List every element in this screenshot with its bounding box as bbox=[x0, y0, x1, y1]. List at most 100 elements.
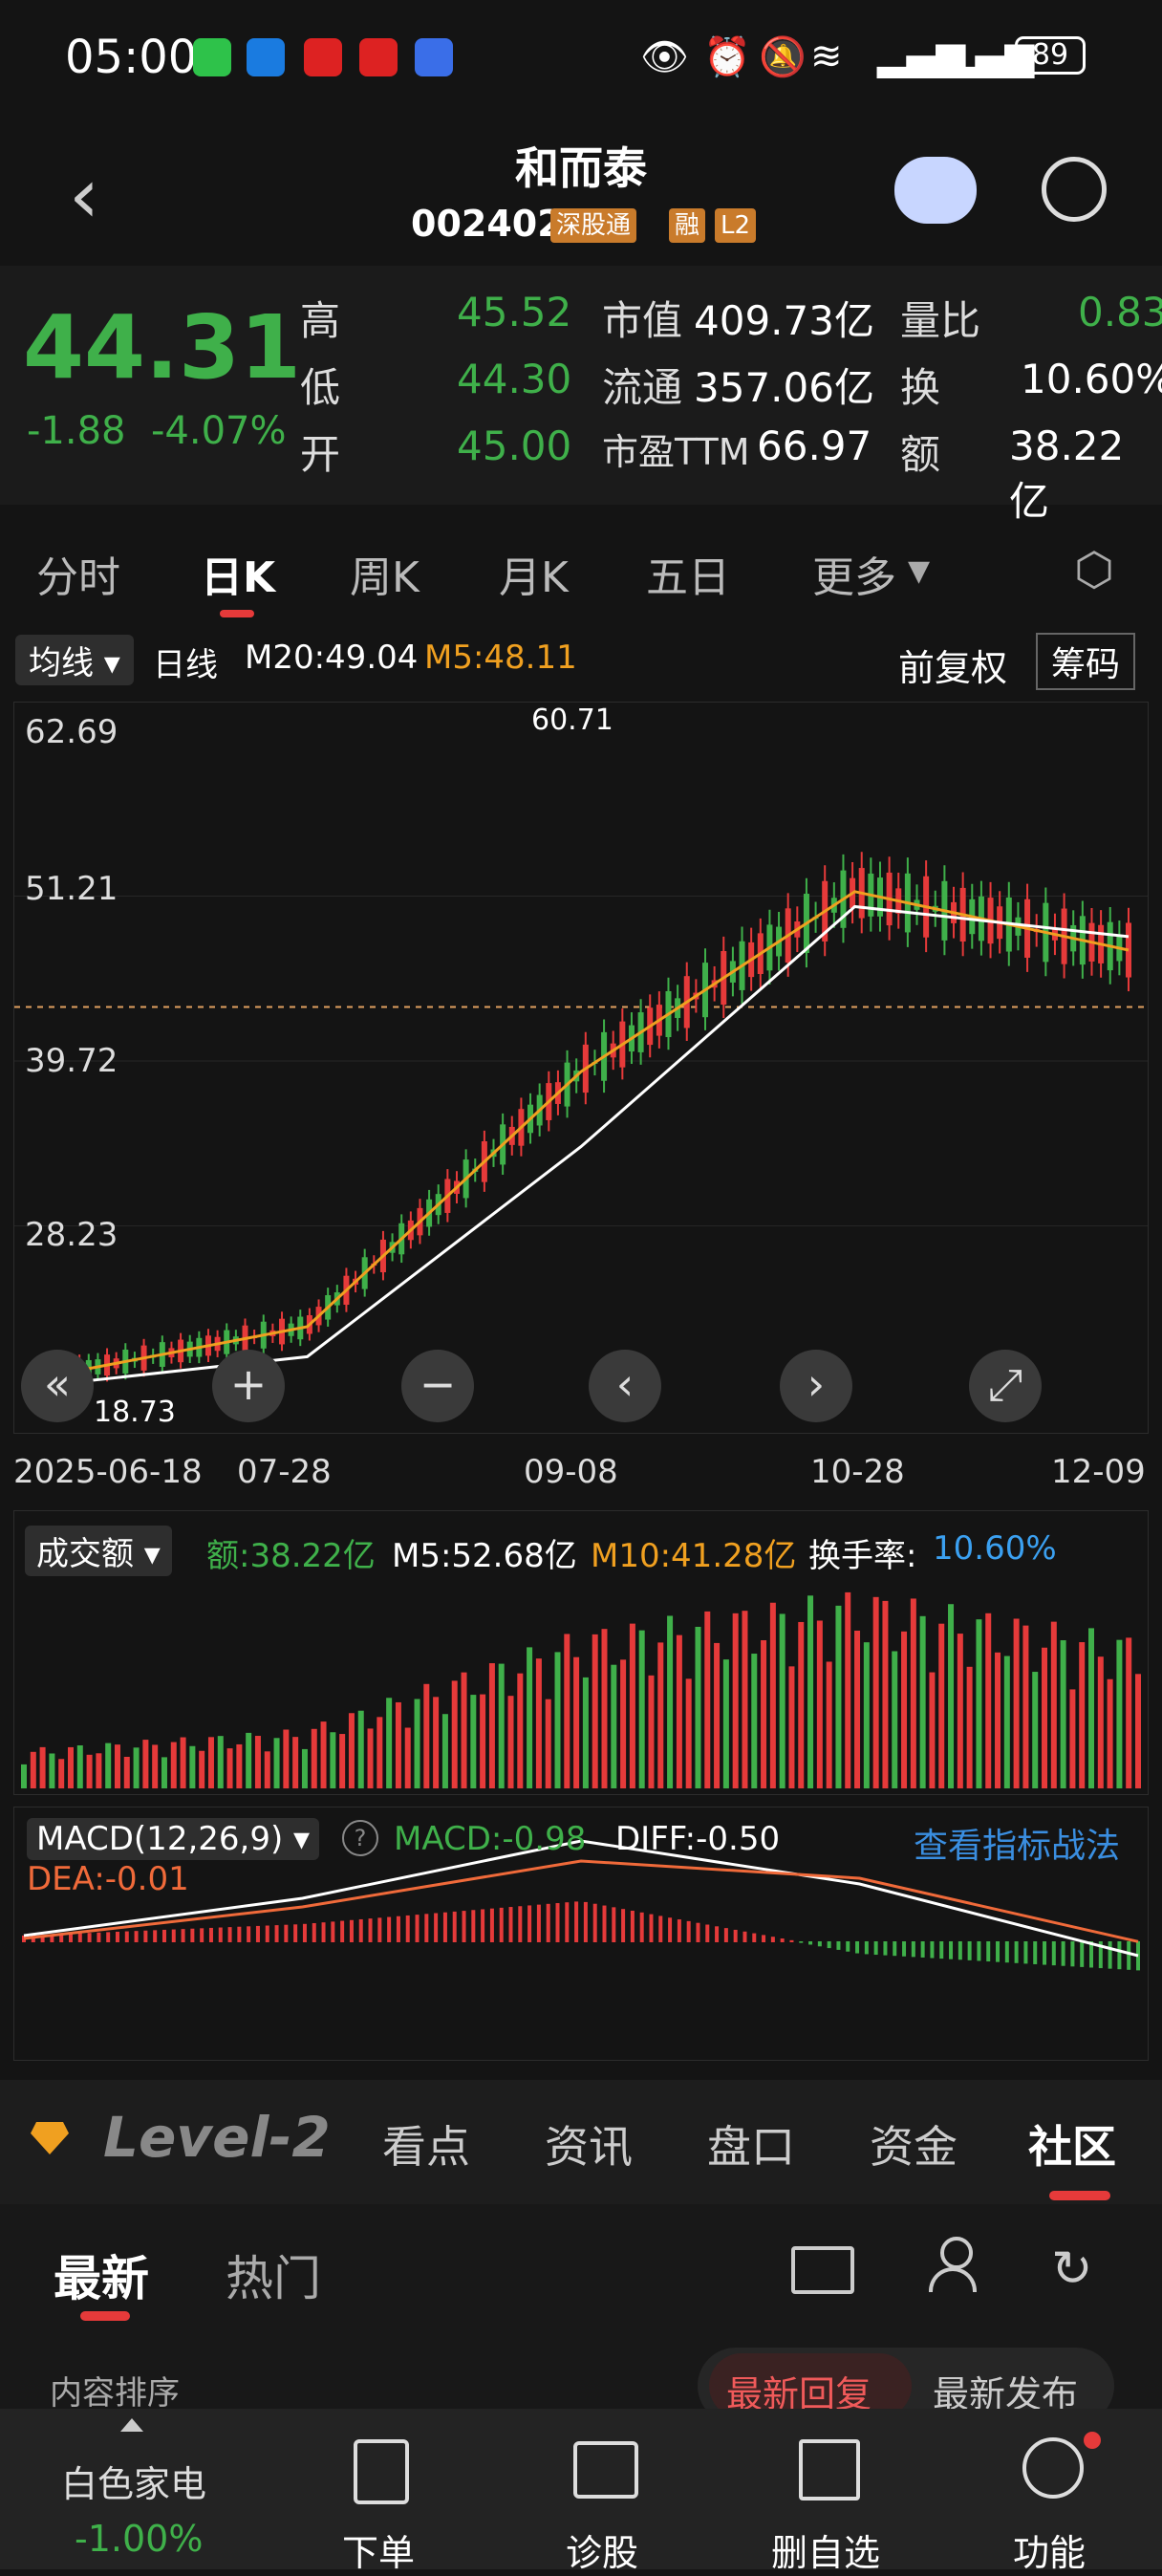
tab-community[interactable]: 社区 bbox=[1028, 2112, 1116, 2176]
tab-level2[interactable]: Level-2 bbox=[103, 2105, 331, 2170]
volume-bar bbox=[311, 1728, 317, 1788]
rewind-button[interactable]: « bbox=[21, 1350, 94, 1422]
ticker-name[interactable]: 白色家电 bbox=[61, 2455, 206, 2507]
volume-bar bbox=[433, 1697, 440, 1788]
tab-highlights[interactable]: 看点 bbox=[382, 2112, 470, 2176]
footer-remove-watchlist[interactable]: 删自选 bbox=[749, 2523, 902, 2576]
ma-select[interactable]: 均线 ▾ bbox=[15, 635, 134, 685]
macd-bar bbox=[331, 1921, 335, 1942]
macd-bar bbox=[808, 1941, 813, 1945]
volume-bar bbox=[667, 1615, 674, 1788]
scroll-right-button[interactable]: › bbox=[780, 1350, 852, 1422]
kline-panel[interactable] bbox=[13, 702, 1149, 1434]
diagnose-icon[interactable] bbox=[573, 2441, 638, 2499]
macd-bar bbox=[1070, 1941, 1075, 1967]
footer-diagnose[interactable]: 诊股 bbox=[526, 2523, 678, 2576]
scroll-left-button[interactable]: ‹ bbox=[589, 1350, 661, 1422]
volume-bar bbox=[816, 1620, 823, 1788]
macd-bar bbox=[190, 1928, 195, 1942]
user-icon[interactable] bbox=[929, 2237, 977, 2294]
sort-label: 内容排序 bbox=[50, 2374, 180, 2413]
tab-intraday[interactable]: 分时 bbox=[36, 543, 120, 604]
volume-bar bbox=[966, 1666, 973, 1788]
tab-five-day[interactable]: 五日 bbox=[646, 543, 730, 604]
tab-news[interactable]: 资讯 bbox=[545, 2112, 633, 2176]
footer-order[interactable]: 下单 bbox=[302, 2523, 455, 2576]
mail-icon[interactable] bbox=[791, 2246, 854, 2294]
macd-bar bbox=[508, 1907, 513, 1942]
macd-bar bbox=[1014, 1941, 1019, 1963]
help-icon[interactable]: ? bbox=[342, 1820, 378, 1856]
app-notification-icon bbox=[247, 38, 285, 76]
fullscreen-button[interactable]: ⤢ bbox=[969, 1350, 1042, 1422]
volume-bar bbox=[722, 1659, 729, 1788]
x-axis-tick: 2025-06-18 bbox=[13, 1453, 203, 1491]
ma-line-M20 bbox=[32, 904, 1130, 1389]
volume-bar bbox=[423, 1683, 430, 1788]
indicator-strategy-link[interactable]: 查看指标战法 bbox=[914, 1818, 1120, 1868]
tab-daily-k[interactable]: 日K bbox=[201, 543, 275, 604]
volume-bar bbox=[564, 1634, 570, 1788]
tag-badge: 融 bbox=[669, 208, 706, 243]
volume-bar bbox=[39, 1746, 46, 1788]
macd-select[interactable]: MACD(12,26,9) ▾ bbox=[27, 1818, 320, 1860]
macd-bar bbox=[1080, 1941, 1085, 1967]
refresh-icon[interactable]: ↻ bbox=[1051, 2240, 1093, 2298]
search-icon[interactable] bbox=[1042, 157, 1107, 222]
macd-bar bbox=[1004, 1941, 1009, 1963]
volume-bar bbox=[657, 1642, 664, 1788]
order-icon[interactable] bbox=[354, 2439, 409, 2504]
volume-bar bbox=[395, 1701, 401, 1788]
macd-bar bbox=[518, 1906, 523, 1942]
volume-bar bbox=[573, 1656, 580, 1788]
tab-hot[interactable]: 热门 bbox=[226, 2240, 321, 2309]
footer-functions[interactable]: 功能 bbox=[973, 2523, 1126, 2576]
tab-monthly-k[interactable]: 月K bbox=[499, 543, 569, 604]
volume-panel[interactable] bbox=[13, 1510, 1149, 1795]
status-time: 05:00 bbox=[65, 31, 198, 84]
settings-icon[interactable]: ⬡ bbox=[1074, 543, 1114, 596]
quote-value: 0.83 bbox=[1078, 289, 1162, 336]
volume-bar bbox=[498, 1663, 505, 1788]
remove-watchlist-icon[interactable] bbox=[799, 2439, 860, 2500]
quote-value: 38.22亿 bbox=[1009, 422, 1125, 525]
macd-bar bbox=[996, 1941, 1001, 1962]
volume-bar bbox=[21, 1764, 27, 1788]
volume-chart[interactable] bbox=[14, 1511, 1148, 1794]
tab-weekly-k[interactable]: 周K bbox=[350, 543, 420, 604]
expand-icon[interactable] bbox=[120, 2418, 143, 2432]
tab-more[interactable]: 更多 bbox=[812, 543, 896, 604]
macd-bar bbox=[696, 1922, 700, 1942]
macd-bar bbox=[499, 1907, 504, 1942]
tab-latest[interactable]: 最新 bbox=[54, 2240, 149, 2309]
macd-bar bbox=[1033, 1941, 1038, 1964]
macd-bar bbox=[293, 1924, 298, 1942]
mute-icon: 🔕 bbox=[759, 35, 807, 79]
macd-bar bbox=[106, 1932, 111, 1942]
chevron-down-icon[interactable]: ▼ bbox=[908, 554, 930, 588]
macd-bar bbox=[583, 1901, 588, 1942]
macd-bar bbox=[565, 1902, 570, 1942]
volume-bar bbox=[404, 1727, 411, 1788]
menu-icon[interactable] bbox=[1022, 2437, 1084, 2499]
zoom-in-button[interactable]: + bbox=[212, 1350, 285, 1422]
zoom-out-button[interactable]: − bbox=[401, 1350, 474, 1422]
macd-bar bbox=[536, 1904, 541, 1942]
macd-bar bbox=[780, 1938, 785, 1942]
tab-orderbook[interactable]: 盘口 bbox=[707, 2112, 795, 2176]
macd-bar bbox=[452, 1911, 457, 1942]
tab-funds[interactable]: 资金 bbox=[870, 2112, 958, 2176]
adjust-label[interactable]: 前复权 bbox=[898, 639, 1007, 691]
macd-bar bbox=[789, 1939, 794, 1942]
volume-bar bbox=[592, 1634, 598, 1788]
volume-bar bbox=[461, 1672, 467, 1788]
robot-assistant-icon[interactable] bbox=[894, 157, 977, 224]
volume-bar bbox=[685, 1678, 692, 1788]
kline-chart[interactable] bbox=[14, 703, 1148, 1433]
macd-bar bbox=[208, 1927, 213, 1942]
macd-bar bbox=[930, 1941, 935, 1959]
chips-button[interactable]: 筹码 bbox=[1036, 633, 1136, 690]
volume-bar bbox=[788, 1666, 795, 1788]
macd-bar bbox=[124, 1931, 129, 1942]
macd-value: MACD:-0.98 bbox=[394, 1820, 587, 1858]
